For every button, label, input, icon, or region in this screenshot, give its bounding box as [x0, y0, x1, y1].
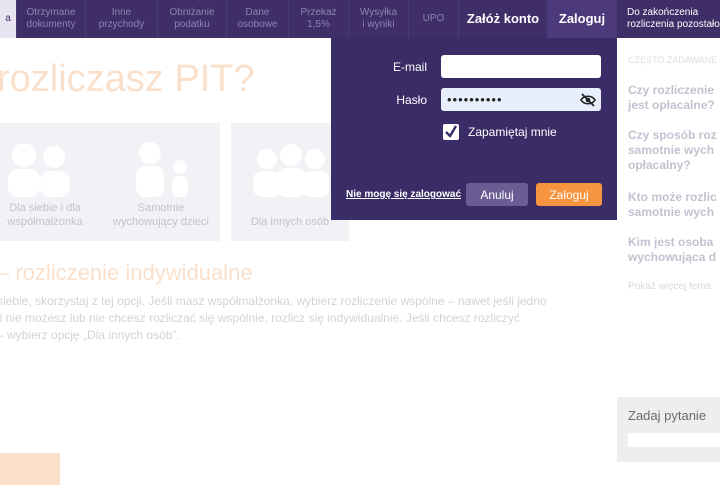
checkmark-icon — [445, 125, 458, 138]
nav-tab-label: a — [5, 13, 11, 24]
deadline-text: Do zakończenia rozliczenia pozostało — [627, 7, 720, 30]
remember-me-checkbox[interactable] — [443, 124, 459, 140]
option-card-spouse[interactable]: Dla siebie i dla współmałżonka — [0, 123, 104, 241]
paragraph-line: li nie możesz lub nie chcesz rozliczać s… — [0, 311, 520, 325]
continue-button[interactable] — [0, 453, 60, 485]
nav-tab-label: Otrzymane dokumenty — [26, 7, 76, 30]
faq-question[interactable]: Czy rozliczenie jest opłacalne? — [628, 83, 715, 113]
hide-password-icon[interactable] — [580, 93, 596, 107]
forgot-login-link[interactable]: Nie mogę się zalogować — [346, 189, 461, 200]
nav-tab-personal-data[interactable]: Dane osobowe — [227, 0, 289, 38]
faq-question[interactable]: Czy sposób roz samotnie wych opłacalny? — [628, 128, 717, 173]
parent-child-icon — [136, 142, 188, 197]
nav-tab-received-documents[interactable]: Otrzymane dokumenty — [17, 0, 86, 38]
login-toggle-label: Zaloguj — [558, 11, 606, 26]
cancel-button[interactable]: Anuluj — [466, 183, 528, 206]
nav-tab-label: Przekaż 1,5% — [300, 7, 337, 30]
email-field[interactable] — [441, 55, 601, 78]
login-submit-button[interactable]: Zaloguj — [536, 183, 602, 206]
faq-question[interactable]: Kim jest osoba wychowująca d — [628, 235, 716, 265]
option-card-single-parent[interactable]: Samotnie wychowujący dzieci — [102, 123, 220, 241]
nav-tab-label: UPO — [422, 13, 445, 24]
ask-question-box: Zadaj pytanie — [617, 397, 720, 462]
ask-question-input[interactable] — [628, 433, 720, 447]
faq-title: CZĘSTO ZADAWANE PY — [628, 55, 720, 65]
password-label: Hasło — [396, 93, 427, 107]
login-dropdown: E-mail Hasło •••••••••• Zapamiętaj mnie … — [331, 38, 617, 220]
paragraph-line: siebie, skorzystaj z tej opcji. Jeśli ma… — [0, 294, 547, 308]
nav-tab-tax-reduction[interactable]: Obniżanie podatku — [158, 0, 227, 38]
section-subheading: – rozliczenie indywidualne — [0, 260, 253, 285]
faq-question[interactable]: Kto może rozlic samotnie wych — [628, 190, 717, 220]
nav-tab-current[interactable]: a — [0, 0, 17, 38]
nav-tab-label: Wysyłka i wyniki — [359, 7, 398, 30]
paragraph-line: – wybierz opcję „Dla innych osób”. — [0, 328, 180, 342]
login-toggle-button[interactable]: Zaloguj — [548, 0, 617, 38]
faq-more-link[interactable]: Pokaż więcej tema — [628, 281, 711, 292]
nav-tab-label: Dane osobowe — [237, 7, 278, 30]
top-nav: a Otrzymane dokumenty Inne przychody Obn… — [0, 0, 720, 38]
option-card-label: Dla siebie i dla współmałżonka — [7, 202, 83, 228]
ask-question-label: Zadaj pytanie — [628, 408, 707, 423]
remember-me-label: Zapamiętaj mnie — [468, 125, 557, 139]
nav-tab-upo[interactable]: UPO — [409, 0, 459, 38]
create-account-label: Załóż konto — [466, 11, 540, 26]
couple-icon — [8, 143, 70, 197]
email-label: E-mail — [392, 60, 427, 74]
section-paragraph: siebie, skorzystaj z tej opcji. Jeśli ma… — [0, 293, 597, 344]
nav-tab-other-income[interactable]: Inne przychody — [86, 0, 158, 38]
page-heading: rozliczasz PIT? — [0, 58, 255, 100]
nav-tab-donate[interactable]: Przekaż 1,5% — [289, 0, 349, 38]
nav-tab-label: Inne przychody — [98, 7, 145, 30]
nav-tab-label: Obniżanie podatku — [169, 7, 215, 30]
option-card-label: Samotnie wychowujący dzieci — [113, 202, 209, 228]
create-account-button[interactable]: Załóż konto — [459, 0, 548, 38]
password-field[interactable]: •••••••••• — [441, 88, 601, 111]
nav-tab-shipping-results[interactable]: Wysyłka i wyniki — [349, 0, 409, 38]
deadline-counter: Do zakończenia rozliczenia pozostało — [617, 0, 720, 38]
